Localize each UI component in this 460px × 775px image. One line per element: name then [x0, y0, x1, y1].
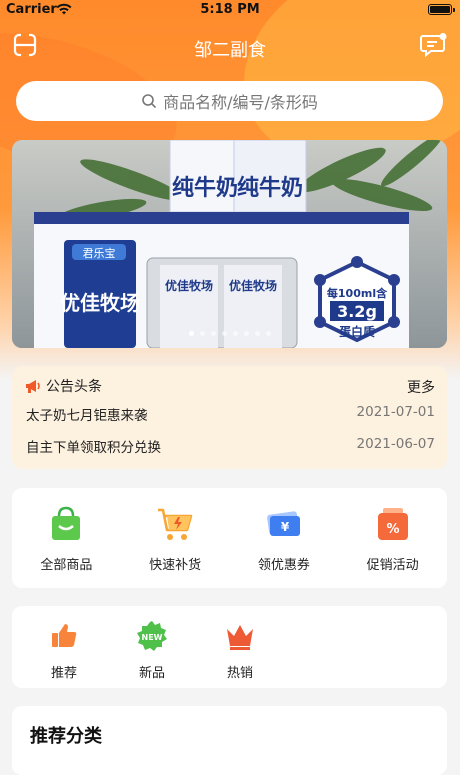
notice-panel: 公告头条 更多 太子奶七月钜惠来袭 2021-07-01 自主下单领取积分兑换 … — [12, 366, 447, 469]
notice-title: 公告头条 — [46, 379, 102, 395]
message-icon[interactable] — [420, 32, 448, 58]
carousel-dot[interactable] — [232, 331, 238, 336]
nav-bar: 邹二副食 — [0, 28, 460, 64]
new-badge-text: NEW — [142, 633, 163, 642]
carousel-dot[interactable] — [199, 331, 205, 336]
recommend-section: 推荐分类 — [12, 706, 447, 775]
carousel-indicator[interactable] — [12, 331, 447, 336]
notice-item[interactable]: 太子奶七月钜惠来袭 2021-07-01 — [26, 404, 435, 424]
box-name-text: 优佳牧场 — [60, 291, 140, 315]
search-input[interactable]: 商品名称/编号/条形码 — [16, 81, 443, 121]
protein-value: 3.2g — [337, 302, 377, 321]
tag-label: 推荐 — [50, 666, 77, 681]
menu-promotions[interactable]: % 促销活动 — [338, 488, 447, 588]
tag-hot-sale[interactable]: 热销 — [196, 606, 284, 681]
menu-label: 领优惠券 — [257, 558, 310, 573]
carousel-dot[interactable] — [265, 331, 271, 336]
carousel-dot[interactable] — [254, 331, 260, 336]
tag-recommended[interactable]: 推荐 — [20, 606, 108, 681]
menu-get-coupons[interactable]: ¥ 领优惠券 — [230, 488, 339, 588]
notice-item[interactable]: 自主下单领取积分兑换 2021-06-07 — [26, 436, 435, 456]
search-icon — [142, 94, 157, 109]
tag-menu-card: 推荐 NEW 新品 热销 — [12, 606, 447, 688]
quick-menu-card: 全部商品 快速补货 ¥ 领优惠券 % 促销活动 — [12, 488, 447, 588]
new-badge-icon: NEW — [137, 621, 167, 651]
notice-item-text: 自主下单领取积分兑换 — [26, 440, 161, 456]
carousel-dot[interactable] — [188, 331, 194, 336]
carousel-dot[interactable] — [210, 331, 216, 336]
status-bar: Carrier 5:18 PM — [0, 0, 460, 20]
battery-icon — [428, 4, 455, 15]
protein-label-1: 每100ml含 — [327, 286, 388, 300]
menu-label: 快速补货 — [149, 558, 202, 573]
tag-new[interactable]: NEW 新品 — [108, 606, 196, 681]
carton-name-text-2: 优佳牧场 — [229, 278, 277, 293]
megaphone-icon — [26, 380, 40, 393]
notice-more-link[interactable]: 更多 — [407, 377, 435, 397]
notice-item-date: 2021-06-07 — [356, 436, 435, 452]
svg-text:%: % — [386, 522, 399, 537]
page-title: 邹二副食 — [194, 40, 266, 61]
banner-carousel[interactable]: 纯牛奶 纯牛奶 君乐宝 优佳牧场 优佳牧场 优佳牧场 每100ml含 3.2g … — [12, 140, 447, 348]
shopping-bag-icon — [52, 506, 81, 540]
milk-carton-text-1: 纯牛奶 — [172, 175, 238, 201]
tag-label: 热销 — [226, 666, 253, 681]
menu-all-products[interactable]: 全部商品 — [12, 488, 121, 588]
carton-name-text: 优佳牧场 — [165, 278, 213, 293]
clock: 5:18 PM — [200, 2, 260, 17]
menu-label: 促销活动 — [366, 558, 419, 573]
coupon-icon: ¥ — [267, 511, 300, 536]
banner-image: 纯牛奶 纯牛奶 君乐宝 优佳牧场 优佳牧场 优佳牧场 每100ml含 3.2g … — [12, 140, 447, 348]
thumbs-up-icon — [52, 624, 77, 647]
menu-label: 全部商品 — [40, 558, 93, 573]
brand-badge-text: 君乐宝 — [83, 246, 116, 260]
carousel-dot[interactable] — [221, 331, 227, 336]
notice-item-date: 2021-07-01 — [356, 404, 435, 420]
tag-label: 新品 — [138, 666, 165, 681]
carousel-dot[interactable] — [243, 331, 249, 336]
search-placeholder: 商品名称/编号/条形码 — [163, 93, 318, 112]
crown-icon — [227, 625, 253, 650]
cart-icon — [158, 508, 193, 540]
discount-icon: % — [377, 508, 408, 540]
notice-item-text: 太子奶七月钜惠来袭 — [26, 408, 148, 424]
menu-quick-restock[interactable]: 快速补货 — [121, 488, 230, 588]
milk-carton-text-2: 纯牛奶 — [237, 175, 303, 201]
svg-text:¥: ¥ — [281, 520, 290, 534]
section-title: 推荐分类 — [30, 726, 102, 747]
